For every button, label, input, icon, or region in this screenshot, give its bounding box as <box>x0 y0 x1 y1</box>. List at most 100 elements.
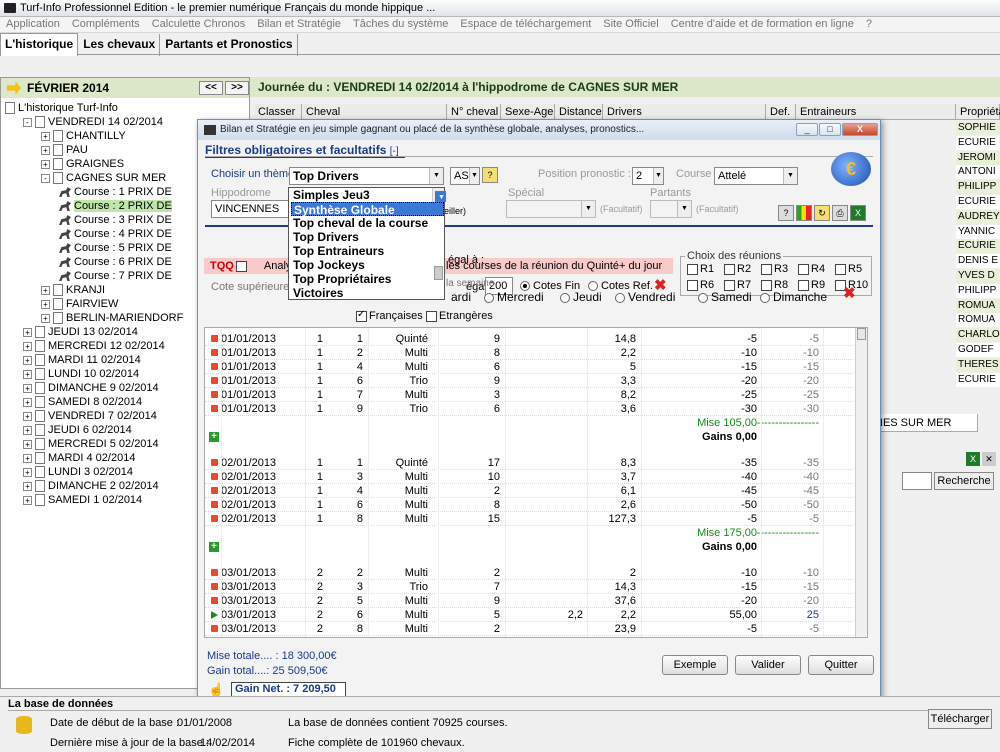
tree-item[interactable]: Course : 3 PRIX DE <box>59 213 172 227</box>
expand-icon[interactable]: + <box>41 145 50 155</box>
download-button[interactable]: Télécharger <box>928 709 992 729</box>
theme-dropdown-list[interactable]: Simples Jeu3 Synthèse Globale Top cheval d… <box>288 187 446 300</box>
dialog-close-button[interactable]: X <box>842 123 878 136</box>
tree-item[interactable]: Course : 4 PRIX DE <box>59 227 172 241</box>
tree-item[interactable]: + LUNDI 3 02/2014 <box>23 465 133 479</box>
colors-icon[interactable] <box>796 205 812 221</box>
expand-icon[interactable]: + <box>23 341 32 351</box>
results-scrollbar[interactable] <box>855 328 867 637</box>
tree-item[interactable]: L'historique Turf-Info <box>5 101 118 115</box>
expand-icon[interactable]: + <box>209 432 219 442</box>
theme-option[interactable]: Top cheval de la course <box>291 216 444 230</box>
print-icon[interactable]: ⎙ <box>832 205 848 221</box>
day-option[interactable]: Vendredi <box>615 290 675 304</box>
menu-item[interactable]: ? <box>860 17 878 32</box>
table-row[interactable]: 01/01/2013 1 1 Quinté 9 14,8 -5 -5 <box>205 332 853 346</box>
day-radio[interactable] <box>698 292 708 303</box>
table-row[interactable]: 02/01/2013 1 4 Multi 2 6,1 -45 -45 <box>205 484 853 498</box>
tree-item[interactable]: Course : 7 PRIX DE <box>59 269 172 283</box>
course-select[interactable]: Attelé ▼ <box>714 167 798 185</box>
expand-icon[interactable]: + <box>23 481 32 491</box>
tree-item[interactable]: + SAMEDI 8 02/2014 <box>23 395 142 409</box>
tree-item[interactable]: - VENDREDI 14 02/2014 <box>23 115 163 129</box>
table-row[interactable]: 01/01/2013 1 6 Trio 9 3,3 -20 -20 <box>205 374 853 388</box>
day-option[interactable]: Jeudi <box>560 290 602 304</box>
reunion-option[interactable]: R1 <box>687 263 714 275</box>
valider-button[interactable]: Valider <box>735 655 801 675</box>
etrangeres-checkbox[interactable] <box>426 310 437 322</box>
tqq-checkbox[interactable] <box>235 260 247 272</box>
reunion-option[interactable]: R4 <box>798 263 825 275</box>
tree-item[interactable]: + PAU <box>41 143 88 157</box>
menu-item[interactable]: Espace de téléchargement <box>454 17 597 32</box>
reunion-checkbox[interactable] <box>687 263 698 275</box>
theme-option[interactable]: Synthèse Globale <box>291 202 444 217</box>
day-radio[interactable] <box>484 292 494 303</box>
theme-select[interactable]: Top Drivers ▼ <box>289 167 444 185</box>
table-row[interactable]: 03/01/2013 2 5 Multi 9 37,6 -20 -20 <box>205 594 853 608</box>
as-select[interactable]: AS ▼ <box>450 167 480 185</box>
hippodrome-input[interactable]: VINCENNES <box>211 200 289 218</box>
position-select[interactable]: 2 ▼ <box>632 167 664 185</box>
theme-option[interactable]: Top Drivers <box>291 230 444 244</box>
tree-item[interactable]: + KRANJI <box>41 283 105 297</box>
theme-option[interactable]: Top Jockeys <box>291 258 444 272</box>
table-row[interactable]: 02/01/2013 1 6 Multi 8 2,6 -50 -50 <box>205 498 853 512</box>
table-row[interactable]: 01/01/2013 1 7 Multi 3 8,2 -25 -25 <box>205 388 853 402</box>
reunion-checkbox[interactable] <box>761 263 772 275</box>
expand-icon[interactable]: + <box>23 369 32 379</box>
reunion-checkbox[interactable] <box>687 279 698 291</box>
excel-icon[interactable]: X <box>850 205 866 221</box>
table-row[interactable]: 02/01/2013 1 1 Quinté 17 8,3 -35 -35 <box>205 456 853 470</box>
search-button[interactable]: Recherche <box>934 472 994 490</box>
table-row[interactable]: 02/01/2013 1 3 Multi 10 3,7 -40 -40 <box>205 470 853 484</box>
tree-item[interactable]: + SAMEDI 1 02/2014 <box>23 493 142 507</box>
table-row[interactable]: 03/01/2013 2 6 Multi 5 2,2 2,2 55,00 25 <box>205 608 853 622</box>
tree-item[interactable]: + MARDI 11 02/2014 <box>23 353 141 367</box>
help-icon[interactable]: ? <box>778 205 794 221</box>
column-header[interactable]: Def. <box>766 104 796 120</box>
prev-month-button[interactable]: << <box>199 81 223 95</box>
theme-option[interactable]: Top Entraineurs <box>291 244 444 258</box>
table-row[interactable]: Mise 75,00----------------- <box>205 636 853 637</box>
expand-icon[interactable]: + <box>41 131 50 141</box>
tree-item[interactable]: + MERCREDI 5 02/2014 <box>23 437 159 451</box>
menu-item[interactable]: Application <box>0 17 66 32</box>
expand-icon[interactable]: + <box>23 411 32 421</box>
expand-icon[interactable]: - <box>41 173 50 183</box>
menu-item[interactable]: Bilan et Stratégie <box>251 17 347 32</box>
tree-item[interactable]: + JEUDI 13 02/2014 <box>23 325 138 339</box>
menu-item[interactable]: Site Officiel <box>597 17 664 32</box>
table-row[interactable]: 01/01/2013 1 9 Trio 6 3,6 -30 -30 <box>205 402 853 416</box>
expand-icon[interactable]: + <box>41 299 50 309</box>
maximize-button[interactable]: □ <box>819 123 841 136</box>
day-radio[interactable] <box>760 292 770 303</box>
expand-icon[interactable]: + <box>41 313 50 323</box>
scroll-thumb[interactable] <box>434 266 443 280</box>
day-option[interactable]: Samedi <box>698 290 752 304</box>
tree-item[interactable]: + FAIRVIEW <box>41 297 118 311</box>
expand-icon[interactable]: + <box>23 397 32 407</box>
table-row[interactable]: 03/01/2013 2 2 Multi 2 2 -10 -10 <box>205 566 853 580</box>
tree-item[interactable]: + LUNDI 10 02/2014 <box>23 367 139 381</box>
expand-icon[interactable]: + <box>209 542 219 552</box>
table-row[interactable]: + Gains 0,00 <box>205 430 853 444</box>
tree-item[interactable]: + CHANTILLY <box>41 129 126 143</box>
day-option[interactable]: Dimanche <box>760 290 827 304</box>
expand-icon[interactable]: + <box>23 467 32 477</box>
dropdown-scrollbar[interactable]: ▲▼ <box>432 188 446 280</box>
table-row[interactable]: 02/01/2013 1 8 Multi 15 127,3 -5 -5 <box>205 512 853 526</box>
search-input[interactable] <box>902 472 932 490</box>
quitter-button[interactable]: Quitter <box>808 655 874 675</box>
reunion-checkbox[interactable] <box>724 263 735 275</box>
scroll-down-icon[interactable]: ▼ <box>435 191 446 202</box>
tree-item[interactable]: Course : 6 PRIX DE <box>59 255 172 269</box>
tree-item[interactable]: + JEUDI 6 02/2014 <box>23 423 132 437</box>
tree-item[interactable]: + VENDREDI 7 02/2014 <box>23 409 157 423</box>
column-header[interactable]: Distance <box>555 104 603 120</box>
reunion-checkbox[interactable] <box>798 279 809 291</box>
exemple-button[interactable]: Exemple <box>662 655 728 675</box>
expand-icon[interactable]: + <box>23 327 32 337</box>
column-header[interactable]: N° cheval <box>447 104 501 120</box>
column-header[interactable]: Propriétaires <box>956 104 1000 120</box>
